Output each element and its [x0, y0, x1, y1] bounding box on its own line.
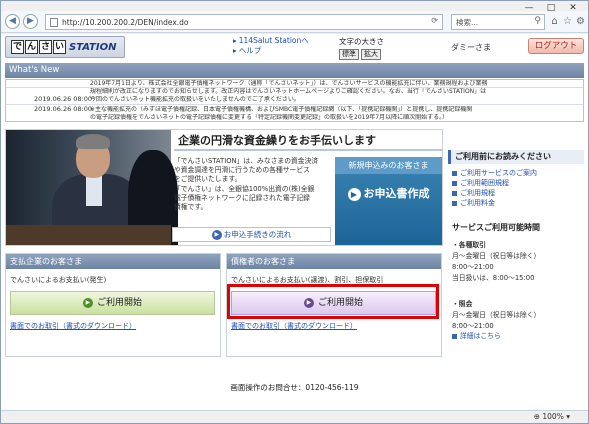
bullet-icon — [452, 180, 457, 186]
header-link-salut[interactable]: ▸ 114Salut Stationへ — [233, 36, 309, 46]
payer-start-button[interactable]: ▶ ご利用開始 — [10, 291, 215, 315]
sidebar-notice-title: ご利用前にお読みください — [448, 150, 584, 164]
search-placeholder: 検索... — [456, 18, 479, 27]
zoom-level[interactable]: ⊕ 100% ▾ — [534, 412, 570, 421]
whats-new-header: What's New — [5, 63, 584, 78]
banner-title: 企業の円滑な資金繰りをお手伝いします — [178, 134, 376, 147]
densai-station-logo[interactable]: で ん さ い STATION — [5, 36, 125, 58]
detail-link[interactable]: 詳細はこちら — [452, 331, 501, 342]
payer-panel-description: でんさいによるお支払い(発生) — [10, 276, 107, 284]
highlight-box — [227, 284, 439, 319]
play-icon: ▶ — [82, 297, 93, 308]
status-bar: ⊕ 100% ▾ — [1, 410, 588, 423]
chevron-right-icon: ▸ — [233, 46, 237, 55]
site-header: で ん さ い STATION ▸ 114Salut Stationへ ▸ ヘルプ … — [1, 34, 588, 62]
sidebar-links: ご利用サービスのご案内 ご利用範囲規程 ご利用規程 ご利用料金 — [452, 168, 537, 208]
url-text: http://10.200.200.2/DEN/index.do — [62, 18, 189, 27]
header-links: ▸ 114Salut Stationへ ▸ ヘルプ — [233, 36, 309, 56]
sidebar-link-scope[interactable]: ご利用範囲規程 — [452, 178, 537, 188]
address-toolbar: ◀ ▶ http://10.200.200.2/DEN/index.do ⟳ 検… — [1, 11, 588, 33]
chevron-right-icon: ▸ — [233, 36, 237, 45]
search-icon[interactable]: ⚲ — [534, 16, 541, 26]
refresh-icon[interactable]: ⟳ — [431, 16, 438, 25]
creditor-paper-forms-link[interactable]: 書面でのお取引（書式のダウンロード） — [231, 321, 357, 331]
home-icon[interactable]: ⌂ — [550, 16, 559, 27]
search-input[interactable]: 検索... ⚲ — [451, 14, 545, 30]
font-size-large-button[interactable]: 拡大 — [361, 49, 381, 60]
logo-word: STATION — [69, 42, 117, 53]
logo-glyph: ん — [25, 40, 38, 54]
logo-glyph: で — [11, 40, 24, 54]
page-icon — [50, 18, 58, 27]
news-item[interactable]: 2019.06.26 08:00 ※主な機能拡充の（みずほ電子債権記録、日本電子… — [6, 106, 583, 114]
address-bar[interactable]: http://10.200.200.2/DEN/index.do ⟳ — [45, 14, 443, 30]
logo-glyph: い — [53, 40, 66, 54]
bullet-icon — [452, 170, 457, 176]
page-viewport: で ん さ い STATION ▸ 114Salut Stationへ ▸ ヘルプ … — [1, 34, 588, 410]
creditor-panel-title: 債権者のお客さま — [227, 254, 441, 269]
sidebar-link-terms[interactable]: ご利用規程 — [452, 188, 537, 198]
bullet-icon — [452, 200, 457, 206]
whats-new-list: 2019年7月1日より、株式会社全銀電子債権ネットワーク（通称「でんさいネット」… — [5, 79, 584, 122]
font-size-label: 文字の大きさ — [339, 37, 384, 46]
gear-icon[interactable]: ⚙ — [576, 16, 585, 27]
bullet-icon — [452, 333, 457, 339]
font-size-control: 文字の大きさ 標準 拡大 — [339, 36, 384, 60]
news-item[interactable]: 2019年7月1日より、株式会社全銀電子債権ネットワーク（通称「でんさいネット」… — [6, 80, 583, 88]
payer-panel-title: 支払企業のお客さま — [6, 254, 220, 269]
back-icon[interactable]: ◀ — [5, 14, 20, 29]
contact-footer: 画面操作のお問合せ：0120-456-119 — [230, 383, 359, 392]
main-banner: 企業の円滑な資金繰りをお手伝いします 「でんさいSTATION」は、みなさまの資… — [5, 129, 443, 246]
browser-window: — □ ✕ ◀ ▶ http://10.200.200.2/DEN/index.… — [0, 0, 589, 424]
forward-icon[interactable]: ▶ — [23, 14, 38, 29]
sidebar-link-fees[interactable]: ご利用料金 — [452, 198, 537, 208]
header-link-help[interactable]: ▸ ヘルプ — [233, 46, 309, 56]
hours-transactions: ・各種取引 月～金曜日（祝日等は除く） 8:00～21:00 当日扱いは、8:0… — [452, 241, 541, 282]
service-hours-title: サービスご利用可能時間 — [452, 223, 540, 232]
create-application-button[interactable]: ▶ お申込書作成 — [335, 185, 442, 201]
sidebar: ご利用前にお読みください ご利用サービスのご案内 ご利用範囲規程 ご利用規程 ご… — [448, 150, 584, 410]
payer-panel: 支払企業のお客さま でんさいによるお支払い(発生) ▶ ご利用開始 書面でのお取引… — [5, 253, 221, 357]
logout-button[interactable]: ログアウト — [528, 38, 584, 54]
user-name: ダミーさま — [451, 43, 491, 52]
logo-glyph: さ — [39, 40, 52, 54]
news-item[interactable]: 規程細則が改正になりますのでお知らせします。改正内容はでんさいネットホームページ… — [6, 88, 583, 96]
star-icon[interactable]: ☆ — [563, 16, 572, 27]
news-item[interactable]: 2019.06.26 08:00 今回のでんさいネット機能拡充の取扱いをいたしま… — [6, 96, 583, 105]
sidebar-link-service-guide[interactable]: ご利用サービスのご案内 — [452, 168, 537, 178]
arrow-right-icon: ▶ — [347, 187, 361, 201]
procedure-flow-link[interactable]: ▶ お申込手続きの流れ — [172, 227, 331, 242]
payer-paper-forms-link[interactable]: 書面でのお取引（書式のダウンロード） — [10, 321, 136, 331]
new-application-header: 新規申込みのお客さま — [335, 157, 442, 174]
new-application-box[interactable]: 新規申込みのお客さま ▶ お申込書作成 — [335, 157, 442, 245]
bullet-icon — [452, 190, 457, 196]
business-meeting-photo — [6, 130, 178, 245]
toolbar-icons: ⌂ ☆ ⚙ — [550, 16, 585, 27]
news-item[interactable]: の電子記録債権をでんさいネットの電子記録債権に変更する「特定記録機関変更記録」の… — [6, 114, 583, 122]
font-size-standard-button[interactable]: 標準 — [339, 49, 359, 60]
hours-inquiry: ・照会 月～金曜日（祝日等は除く） 8:00～21:00 — [452, 300, 541, 330]
arrow-right-icon: ▶ — [211, 230, 222, 240]
